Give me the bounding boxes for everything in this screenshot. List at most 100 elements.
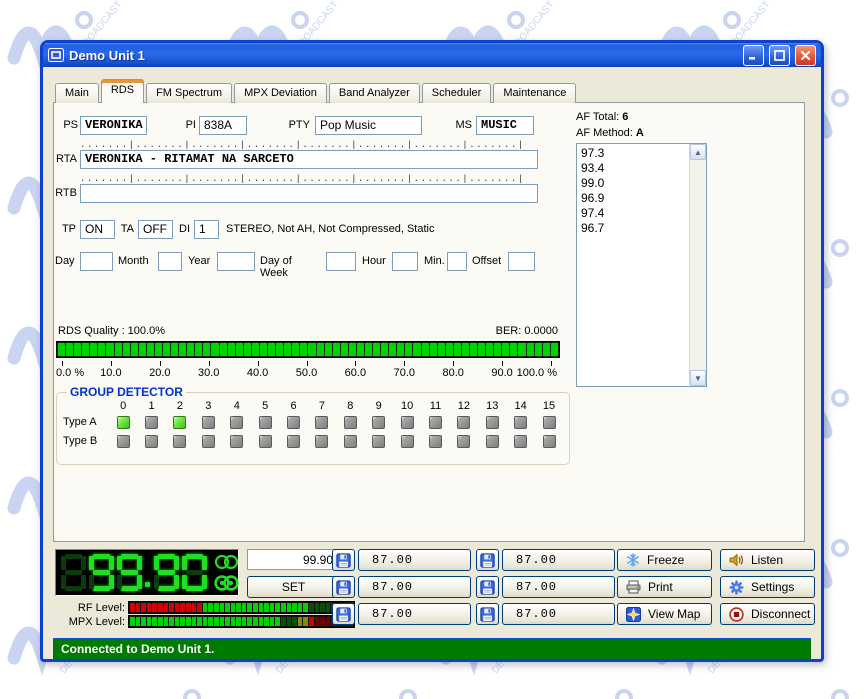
rtb-field[interactable] — [80, 184, 538, 203]
group-led-cell — [535, 416, 563, 429]
pty-field[interactable]: Pop Music — [315, 116, 422, 135]
group-column-header: 12 — [450, 400, 478, 412]
group-led-indicator — [259, 435, 272, 448]
rta-field[interactable]: VERONIKA - RITAMAT NA SARCETO — [80, 150, 538, 169]
preset-frequency-button[interactable]: 87.00 — [502, 603, 615, 625]
af-list-item[interactable]: 97.4 — [581, 206, 689, 221]
group-led-cell — [223, 435, 251, 448]
quality-segment — [115, 343, 122, 356]
tab-main[interactable]: Main — [55, 83, 99, 103]
tab-mpx-deviation[interactable]: MPX Deviation — [234, 83, 327, 103]
tp-field[interactable]: ON — [80, 220, 115, 239]
tab-scheduler[interactable]: Scheduler — [422, 83, 492, 103]
settings-button[interactable]: Settings — [720, 576, 815, 598]
min-field[interactable] — [447, 252, 467, 271]
quality-segment — [518, 343, 525, 356]
meter-segment — [298, 603, 303, 612]
ps-field[interactable]: VERONIKA — [80, 116, 147, 135]
af-list-item[interactable]: 96.7 — [581, 221, 689, 236]
preset-frequency-button[interactable]: 87.00 — [502, 549, 615, 571]
preset-frequency-button[interactable]: 87.00 — [358, 549, 471, 571]
quality-segment — [171, 343, 178, 356]
meter-segment — [147, 603, 152, 612]
button-label: Settings — [751, 580, 794, 594]
disconnect-button[interactable]: Disconnect — [720, 603, 815, 625]
af-list-item[interactable]: 97.3 — [581, 146, 689, 161]
group-led-indicator — [173, 416, 186, 429]
view-map-button[interactable]: View Map — [617, 603, 712, 625]
minimize-button[interactable] — [743, 45, 764, 66]
save-preset-button[interactable] — [476, 549, 499, 571]
group-led-cell — [109, 435, 137, 448]
rds-quality-meter — [56, 341, 560, 358]
group-led-cell — [450, 435, 478, 448]
di-field[interactable]: 1 — [194, 220, 219, 239]
meter-segment — [242, 603, 247, 612]
preset-frequency-button[interactable]: 87.00 — [358, 576, 471, 598]
freeze-button[interactable]: Freeze — [617, 549, 712, 571]
day-field[interactable] — [80, 252, 113, 271]
group-led-indicator — [117, 435, 130, 448]
scroll-up-icon[interactable]: ▲ — [690, 144, 706, 160]
pi-field[interactable]: 838A — [199, 116, 247, 135]
group-led-cell — [478, 435, 506, 448]
quality-segment — [203, 343, 210, 356]
hour-field[interactable] — [392, 252, 418, 271]
year-label: Year — [188, 255, 214, 267]
meter-segment — [220, 603, 225, 612]
group-led-indicator — [514, 435, 527, 448]
tab-band-analyzer[interactable]: Band Analyzer — [329, 83, 420, 103]
meter-segment — [298, 617, 303, 626]
tab-maintenance[interactable]: Maintenance — [493, 83, 576, 103]
af-list-item[interactable]: 93.4 — [581, 161, 689, 176]
print-button[interactable]: Print — [617, 576, 712, 598]
tab-fm-spectrum[interactable]: FM Spectrum — [146, 83, 232, 103]
offset-field[interactable] — [508, 252, 535, 271]
tab-rds[interactable]: RDS — [101, 79, 144, 103]
group-column-header: 3 — [194, 400, 222, 412]
di-label: DI — [176, 223, 190, 235]
ber-label: BER: 0.0000 — [454, 325, 558, 337]
scale-tick — [111, 361, 112, 366]
map-icon — [626, 607, 641, 622]
year-field[interactable] — [217, 252, 255, 271]
save-preset-button[interactable] — [476, 603, 499, 625]
preset-frequency-button[interactable]: 87.00 — [502, 576, 615, 598]
meter-segment — [259, 603, 264, 612]
af-scrollbar[interactable]: ▲ ▼ — [689, 144, 706, 386]
rds-rings-icon — [212, 575, 242, 591]
quality-segment — [300, 343, 307, 356]
rds-tab-panel: PS VERONIKA PI 838A PTY Pop Music MS MUS… — [53, 102, 805, 542]
close-button[interactable] — [795, 45, 816, 66]
group-column-header: 6 — [279, 400, 307, 412]
listen-button[interactable]: Listen — [720, 549, 815, 571]
display-segment — [61, 556, 66, 570]
meter-segment — [220, 617, 225, 626]
af-list-item[interactable]: 96.9 — [581, 191, 689, 206]
scroll-down-icon[interactable]: ▼ — [690, 370, 706, 386]
maximize-button[interactable] — [769, 45, 790, 66]
meter-segment — [164, 603, 169, 612]
quality-segment — [220, 343, 227, 356]
day-of-week-field[interactable] — [326, 252, 356, 271]
af-list-item[interactable]: 99.0 — [581, 176, 689, 191]
save-preset-button[interactable] — [332, 549, 355, 571]
set-button[interactable]: SET — [247, 576, 340, 598]
group-led-cell — [365, 416, 393, 429]
ms-label: MS — [452, 119, 472, 131]
save-preset-button[interactable] — [476, 576, 499, 598]
month-field[interactable] — [158, 252, 182, 271]
title-bar[interactable]: Demo Unit 1 — [43, 43, 821, 67]
group-column-header: 1 — [137, 400, 165, 412]
preset-frequency-button[interactable]: 87.00 — [358, 603, 471, 625]
ms-field[interactable]: MUSIC — [476, 116, 534, 135]
af-listbox[interactable]: 97.393.499.096.997.496.7 ▲ ▼ — [576, 143, 707, 387]
save-preset-button[interactable] — [332, 576, 355, 598]
quality-segment — [228, 343, 235, 356]
save-preset-button[interactable] — [332, 603, 355, 625]
quality-segment — [502, 343, 509, 356]
frequency-input[interactable]: 99.90 — [247, 549, 340, 570]
group-column-header: 10 — [393, 400, 421, 412]
meter-segment — [247, 617, 252, 626]
ta-field[interactable]: OFF — [138, 220, 173, 239]
